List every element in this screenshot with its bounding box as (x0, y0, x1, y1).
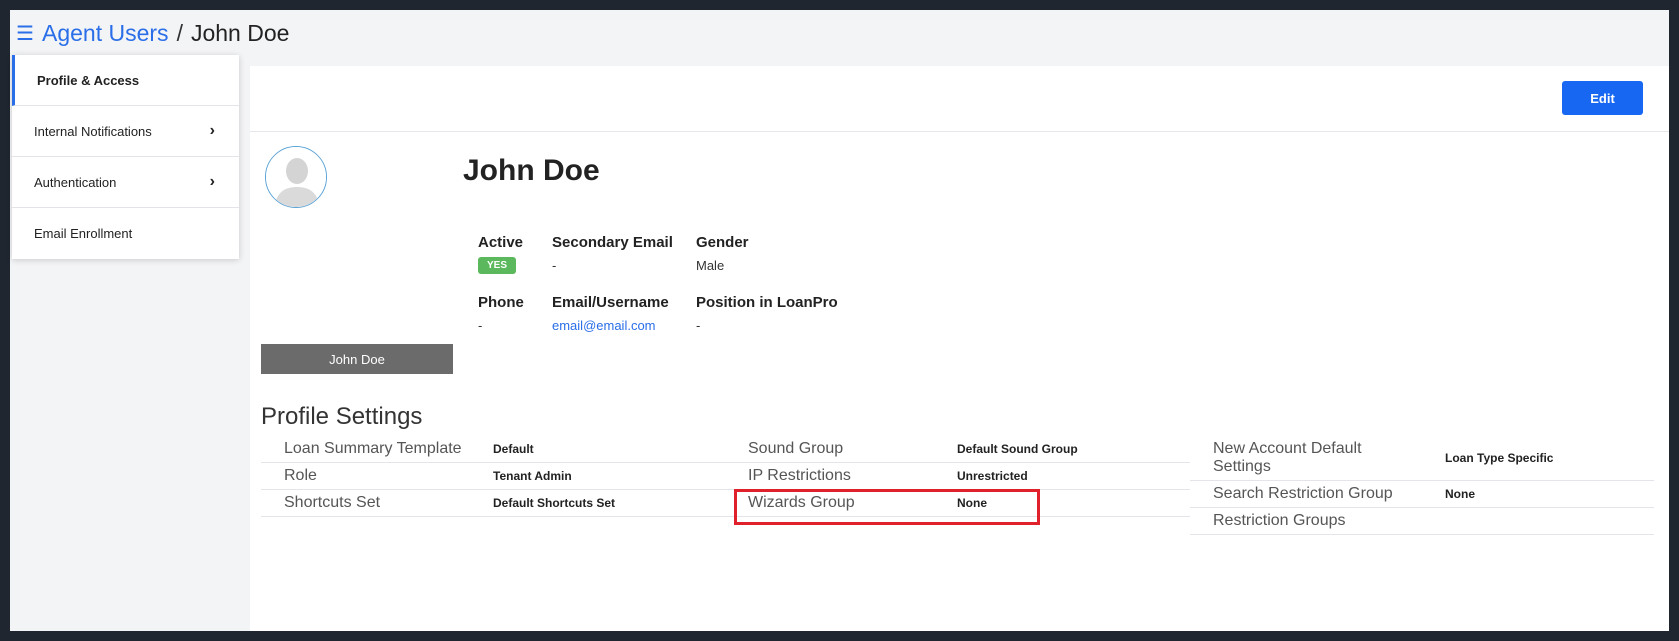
sidebar-item-label: Email Enrollment (34, 226, 133, 241)
setting-row: Loan Summary Template Default (261, 436, 725, 463)
field-email-username: Email/Username email@email.com (552, 294, 669, 333)
avatar-caption: John Doe (261, 344, 453, 374)
field-label: Secondary Email (552, 234, 673, 251)
breadcrumb-agent-users-link[interactable]: Agent Users (42, 20, 169, 47)
section-title-profile-settings: Profile Settings (261, 403, 423, 430)
setting-row: New Account Default Settings Loan Type S… (1190, 436, 1654, 481)
sidebar-nav: Profile & Access Internal Notifications … (12, 55, 239, 259)
hamburger-icon[interactable]: ☰ (16, 21, 42, 46)
field-value: Male (696, 258, 725, 273)
field-label: Phone (478, 294, 524, 311)
breadcrumb-current: John Doe (190, 19, 290, 46)
setting-row: Role Tenant Admin (261, 463, 725, 490)
field-active: Active YES (478, 234, 523, 274)
profile-panel: Edit John Doe John Doe Active YES Second… (250, 66, 1669, 631)
setting-key: Shortcuts Set (284, 494, 381, 511)
setting-key: Search Restriction Group (1213, 485, 1393, 502)
setting-key: Restriction Groups (1213, 512, 1346, 529)
chevron-right-icon: › (209, 173, 215, 190)
sidebar-item-authentication[interactable]: Authentication › (12, 157, 239, 208)
field-label: Email/Username (552, 294, 669, 311)
edit-button[interactable]: Edit (1562, 81, 1643, 115)
setting-row: Restriction Groups (1190, 508, 1654, 535)
setting-row: Search Restriction Group None (1190, 481, 1654, 508)
setting-key: Role (284, 467, 317, 484)
field-position: Position in LoanPro - (696, 294, 838, 333)
email-link[interactable]: email@email.com (552, 318, 669, 333)
setting-value: Unrestricted (957, 469, 1028, 483)
breadcrumb-separator: / (176, 19, 183, 46)
setting-value: Default Sound Group (957, 442, 1078, 456)
avatar (265, 146, 327, 208)
field-value: - (696, 318, 701, 333)
setting-row: IP Restrictions Unrestricted (725, 463, 1190, 490)
user-silhouette-icon (266, 147, 326, 207)
setting-value: Default Shortcuts Set (493, 496, 616, 510)
sidebar-item-internal-notifications[interactable]: Internal Notifications › (12, 106, 239, 157)
setting-row: Shortcuts Set Default Shortcuts Set (261, 490, 725, 517)
chevron-right-icon: › (209, 122, 215, 139)
field-value: - (552, 258, 557, 273)
field-label: Position in LoanPro (696, 294, 838, 311)
field-phone: Phone - (478, 294, 524, 333)
setting-value: Default (493, 442, 534, 456)
setting-value: Loan Type Specific (1445, 451, 1554, 465)
sidebar-item-email-enrollment[interactable]: Email Enrollment (12, 208, 239, 259)
field-gender: Gender Male (696, 234, 749, 273)
setting-key: Sound Group (748, 440, 844, 457)
setting-key: IP Restrictions (748, 467, 851, 484)
setting-key: New Account Default Settings (1213, 440, 1362, 475)
field-secondary-email: Secondary Email - (552, 234, 673, 273)
sidebar-item-label: Internal Notifications (34, 123, 152, 139)
field-label: Gender (696, 234, 749, 251)
status-badge: YES (478, 257, 517, 274)
sidebar-item-profile-access[interactable]: Profile & Access (12, 55, 239, 106)
field-label: Active (478, 234, 524, 251)
sidebar-item-label: Authentication (34, 174, 117, 190)
breadcrumb: ☰ Agent Users / John Doe (16, 10, 289, 56)
sidebar-item-label: Profile & Access (37, 72, 140, 88)
highlight-box (734, 489, 1040, 525)
page-title: John Doe (463, 154, 600, 187)
setting-value: None (1445, 487, 1475, 501)
field-value: - (478, 318, 483, 333)
setting-row: Sound Group Default Sound Group (725, 436, 1190, 463)
panel-header: Edit (250, 66, 1669, 132)
setting-key: Loan Summary Template (284, 440, 462, 457)
setting-value: Tenant Admin (493, 469, 572, 483)
app-frame: ☰ Agent Users / John Doe Profile & Acces… (10, 10, 1669, 631)
